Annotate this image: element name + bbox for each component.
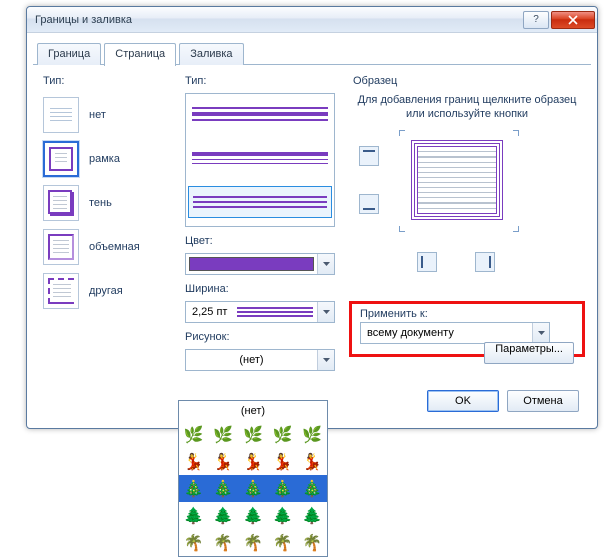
setting-custom-label: другая [89, 285, 123, 297]
setting-none-label: нет [89, 109, 106, 121]
color-swatch [189, 257, 314, 271]
setting-box[interactable]: рамка [43, 137, 163, 181]
art-option-none[interactable]: (нет) [179, 401, 327, 421]
close-icon [568, 15, 578, 25]
style-option[interactable] [188, 98, 332, 130]
setting-3d[interactable]: объемная [43, 225, 163, 269]
art-option-selected[interactable]: 🎄🎄🎄🎄🎄 [179, 475, 327, 502]
border-top-toggle[interactable] [359, 146, 379, 166]
dropdown-arrow-icon [317, 302, 334, 322]
color-dropdown[interactable] [185, 253, 335, 275]
setting-none[interactable]: нет [43, 93, 163, 137]
borders-and-shading-dialog: Границы и заливка ? Граница Страница Зал… [26, 6, 598, 429]
style-label: Тип: [185, 75, 335, 87]
width-dropdown[interactable]: 2,25 пт [185, 301, 335, 323]
setting-shadow-icon [43, 185, 79, 221]
cancel-button[interactable]: Отмена [507, 390, 579, 412]
art-option[interactable]: 🌲🌲🌲🌲🌲 [179, 502, 327, 529]
tab-page[interactable]: Страница [104, 43, 176, 66]
border-left-toggle[interactable] [417, 252, 437, 272]
apply-to-group: Применить к: всему документу Параметры..… [349, 301, 585, 357]
width-label: Ширина: [185, 283, 335, 295]
apply-to-label: Применить к: [360, 308, 574, 320]
tabstrip: Граница Страница Заливка [33, 39, 591, 65]
apply-to-dropdown[interactable]: всему документу [360, 322, 550, 344]
tab-shading[interactable]: Заливка [179, 43, 243, 65]
style-option[interactable] [188, 142, 332, 174]
border-right-toggle[interactable] [475, 252, 495, 272]
dropdown-arrow-icon [532, 323, 549, 343]
border-bottom-toggle[interactable] [359, 194, 379, 214]
art-option[interactable]: 🌴🌴🌴🌴🌴 [179, 529, 327, 556]
style-list[interactable] [185, 93, 335, 227]
options-button[interactable]: Параметры... [484, 342, 574, 364]
close-button[interactable] [551, 11, 595, 29]
preview-page[interactable] [407, 136, 507, 224]
tab-border[interactable]: Граница [37, 43, 101, 65]
style-option-selected[interactable] [188, 186, 332, 218]
setting-3d-label: объемная [89, 241, 140, 253]
art-value: (нет) [186, 354, 317, 366]
setting-shadow-label: тень [89, 197, 112, 209]
art-option[interactable]: 💃💃💃💃💃 [179, 448, 327, 475]
preview-hint: Для добавления границ щелкните образец и… [353, 93, 581, 122]
setting-custom[interactable]: другая [43, 269, 163, 313]
titlebar[interactable]: Границы и заливка ? [27, 7, 597, 33]
setting-label: Тип: [43, 75, 163, 87]
help-button[interactable]: ? [523, 11, 549, 29]
ok-button[interactable]: OK [427, 390, 499, 412]
setting-box-label: рамка [89, 153, 120, 165]
setting-box-icon [43, 141, 79, 177]
setting-shadow[interactable]: тень [43, 181, 163, 225]
setting-custom-icon [43, 273, 79, 309]
dropdown-arrow-icon [317, 350, 334, 370]
width-preview-icon [237, 307, 313, 317]
apply-to-value: всему документу [361, 327, 532, 339]
setting-none-icon [43, 97, 79, 133]
setting-3d-icon [43, 229, 79, 265]
preview-area [353, 132, 581, 238]
color-label: Цвет: [185, 235, 335, 247]
art-dropdown[interactable]: (нет) [185, 349, 335, 371]
dropdown-arrow-icon [317, 254, 334, 274]
dialog-title: Границы и заливка [35, 14, 521, 26]
preview-label: Образец [353, 75, 581, 87]
width-value: 2,25 пт [186, 306, 233, 318]
art-label: Рисунок: [185, 331, 335, 343]
art-option[interactable]: 🌿🌿🌿🌿🌿 [179, 421, 327, 448]
art-dropdown-popup: (нет) 🌿🌿🌿🌿🌿 💃💃💃💃💃 🎄🎄🎄🎄🎄 🌲🌲🌲🌲🌲 🌴🌴🌴🌴🌴 [178, 400, 328, 557]
